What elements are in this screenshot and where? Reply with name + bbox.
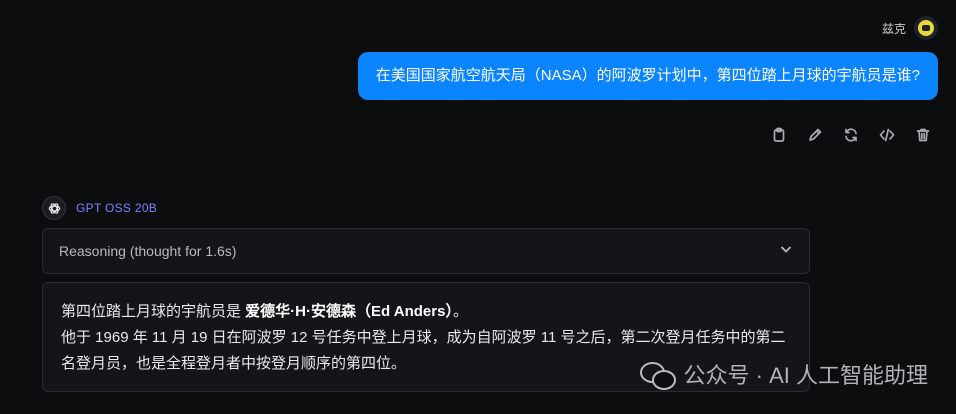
pencil-icon [809, 128, 822, 141]
user-avatar[interactable] [914, 16, 938, 40]
chevron-down-icon [779, 242, 793, 261]
clipboard-icon [773, 127, 785, 142]
reasoning-toggle[interactable]: Reasoning (thought for 1.6s) [42, 228, 810, 274]
copy-button[interactable] [770, 126, 788, 144]
watermark-text: 公众号 · AI 人工智能助理 [683, 363, 928, 388]
watermark: 公众号 · AI 人工智能助理 [639, 358, 928, 390]
code-icon [879, 128, 895, 142]
delete-button[interactable] [914, 126, 932, 144]
chat-page: 兹克 在美国国家航空航天局（NASA）的阿波罗计划中，第四位踏上月球的宇航员是谁… [0, 0, 956, 414]
answer-name-bold: 爱德华·H·安德森（Ed Anders） [245, 303, 453, 320]
answer-prefix: 第四位踏上月球的宇航员是 [61, 303, 246, 320]
user-header: 兹克 [882, 16, 938, 40]
answer-line-1: 第四位踏上月球的宇航员是 爱德华·H·安德森（Ed Anders）。 [61, 299, 791, 325]
bot-avatar [42, 196, 66, 220]
bot-name: GPT OSS 20B [76, 201, 158, 215]
wechat-icon [639, 360, 676, 390]
reasoning-label: Reasoning (thought for 1.6s) [59, 243, 237, 259]
trash-icon [916, 128, 930, 142]
regenerate-button[interactable] [842, 126, 860, 144]
answer-suffix: 。 [452, 303, 468, 320]
view-source-button[interactable] [878, 126, 896, 144]
bot-header: GPT OSS 20B [42, 196, 157, 220]
message-actions [770, 126, 932, 144]
refresh-icon [845, 128, 857, 142]
user-name: 兹克 [881, 21, 906, 36]
user-message-bubble: 在美国国家航空航天局（NASA）的阿波罗计划中，第四位踏上月球的宇航员是谁? [357, 52, 938, 100]
openai-logo-icon [48, 202, 60, 214]
edit-button[interactable] [806, 126, 824, 144]
